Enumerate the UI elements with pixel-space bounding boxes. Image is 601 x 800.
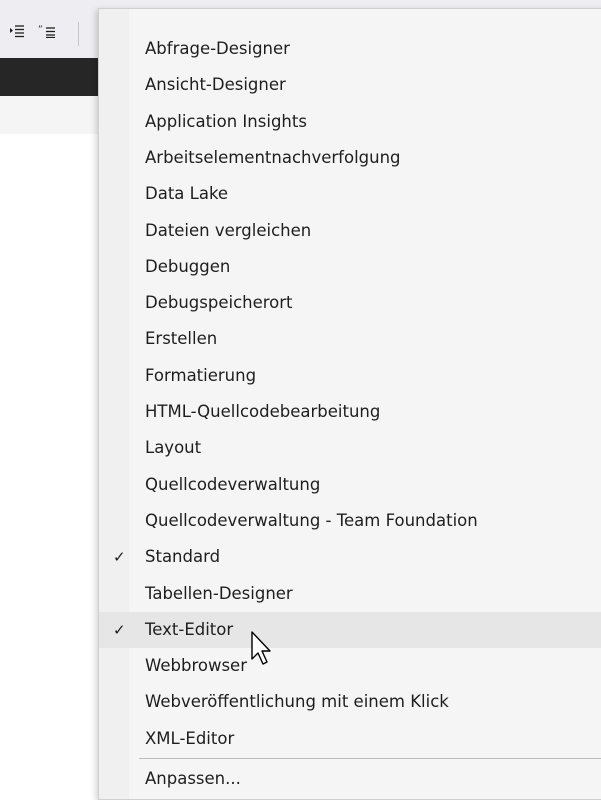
- menu-item-label: Quellcodeverwaltung: [145, 475, 321, 494]
- menu-item[interactable]: Ansicht-Designer: [99, 67, 601, 103]
- menu-item-label: Application Insights: [145, 112, 307, 131]
- customize-label: Anpassen...: [145, 769, 241, 788]
- menu-item-label: Arbeitselementnachverfolgung: [145, 148, 401, 167]
- menu-item-label: Abfrage-Designer: [145, 39, 290, 58]
- menu-item-label: Webbrowser: [145, 656, 247, 675]
- menu-item-label: XML-Editor: [145, 729, 235, 748]
- menu-item-label: Tabellen-Designer: [145, 584, 293, 603]
- menu-item-label: Data Lake: [145, 184, 229, 203]
- menu-item[interactable]: Abfrage-Designer: [99, 31, 601, 67]
- menu-item-label: Debuggen: [145, 257, 231, 276]
- toolbar-context-menu: Abfrage-Designer Ansicht-Designer Applicat…: [98, 8, 601, 800]
- navigation-bar: [0, 96, 100, 135]
- mouse-pointer-icon: [251, 631, 271, 665]
- menu-item-label: Webveröffentlichung mit einem Klick: [145, 692, 449, 711]
- menu-item[interactable]: XML-Editor: [99, 721, 601, 757]
- tab-bar: [0, 58, 100, 96]
- menu-item[interactable]: Application Insights: [99, 104, 601, 140]
- menu-item-label: Layout: [145, 438, 202, 457]
- menu-item-label: Dateien vergleichen: [145, 221, 312, 240]
- menu-item-label: Erstellen: [145, 329, 218, 348]
- checkmark-icon: ✓: [113, 548, 126, 566]
- checkmark-icon: ✓: [113, 621, 126, 639]
- menu-item[interactable]: Quellcodeverwaltung - Team Foundation: [99, 503, 601, 539]
- indent-icon[interactable]: [8, 24, 26, 42]
- menu-item[interactable]: Quellcodeverwaltung: [99, 467, 601, 503]
- menu-item[interactable]: Webbrowser: [99, 648, 601, 684]
- menu-item-label: Debugspeicherort: [145, 293, 293, 312]
- menu-item[interactable]: Layout: [99, 430, 601, 466]
- menu-item-label: Quellcodeverwaltung - Team Foundation: [145, 511, 478, 530]
- menu-item[interactable]: Erstellen: [99, 321, 601, 357]
- menu-item-label: Standard: [145, 547, 221, 566]
- menu-item[interactable]: ✓ Standard: [99, 539, 601, 575]
- menu-item[interactable]: Debugspeicherort: [99, 285, 601, 321]
- menu-item-label: Text-Editor: [145, 620, 234, 639]
- editor-area: [0, 134, 100, 798]
- menu-separator: [139, 758, 601, 759]
- toolbar-separator: [78, 22, 79, 46]
- svg-text:”: ”: [38, 25, 43, 35]
- menu-item[interactable]: Debuggen: [99, 249, 601, 285]
- menu-item[interactable]: Dateien vergleichen: [99, 213, 601, 249]
- menu-item[interactable]: Webveröffentlichung mit einem Klick: [99, 684, 601, 720]
- menu-item[interactable]: Data Lake: [99, 176, 601, 212]
- menu-item-label: Formatierung: [145, 366, 257, 385]
- menu-item-label: Ansicht-Designer: [145, 75, 286, 94]
- menu-item[interactable]: HTML-Quellcodebearbeitung: [99, 394, 601, 430]
- comment-icon[interactable]: ”: [38, 24, 56, 42]
- customize-menu-item[interactable]: Anpassen...: [99, 761, 601, 797]
- menu-item[interactable]: Formatierung: [99, 358, 601, 394]
- menu-item-label: HTML-Quellcodebearbeitung: [145, 402, 381, 421]
- menu-item[interactable]: Tabellen-Designer: [99, 576, 601, 612]
- menu-item[interactable]: ✓ Text-Editor: [99, 612, 601, 648]
- menu-item[interactable]: Arbeitselementnachverfolgung: [99, 140, 601, 176]
